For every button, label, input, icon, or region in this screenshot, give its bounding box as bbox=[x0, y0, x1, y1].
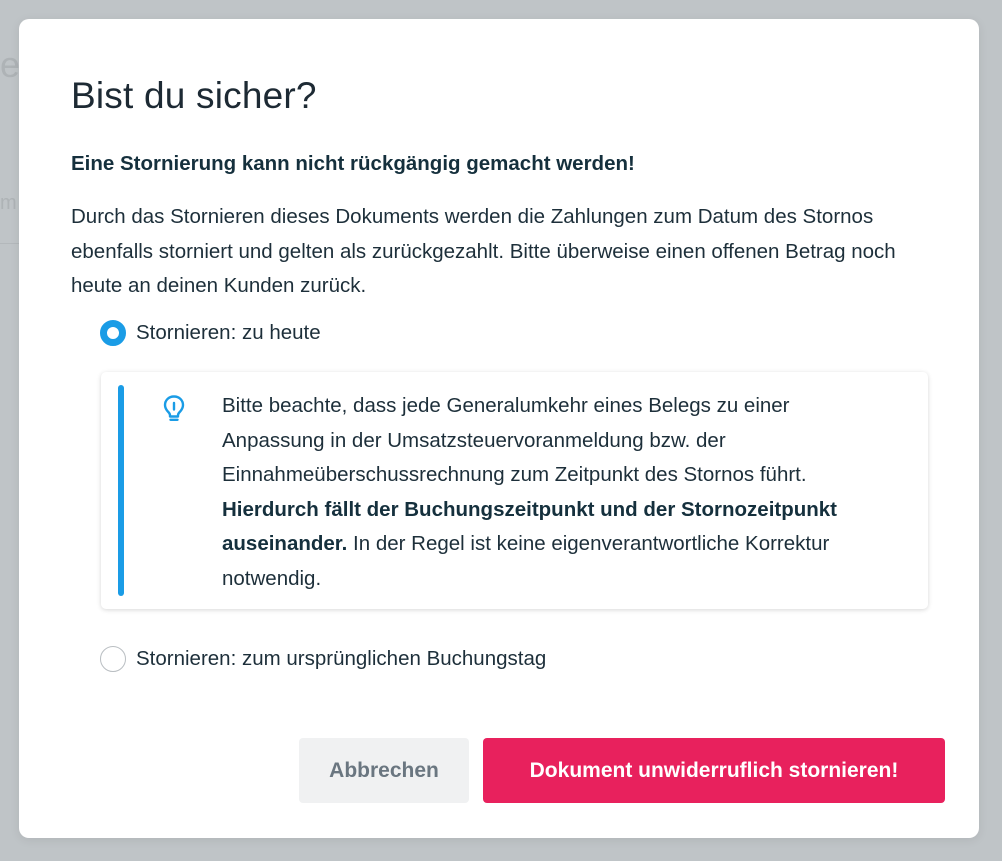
dialog-warning: Eine Stornierung kann nicht rückgängig g… bbox=[71, 152, 635, 175]
background-divider bbox=[0, 243, 20, 244]
background-text-fragment: e bbox=[0, 44, 21, 85]
cancel-document-dialog: Bist du sicher? Eine Stornierung kann ni… bbox=[19, 19, 979, 838]
option-label: Stornieren: zum ursprünglichen Buchungst… bbox=[136, 647, 547, 670]
radio-unchecked[interactable] bbox=[100, 646, 126, 672]
info-text: Bitte beachte, dass jede Generalumkehr e… bbox=[222, 394, 838, 590]
info-accent-bar bbox=[118, 385, 124, 596]
lightbulb-icon bbox=[161, 394, 187, 424]
background-text-fragment: m bbox=[0, 192, 17, 214]
dialog-title: Bist du sicher? bbox=[71, 75, 317, 116]
confirm-cancel-document-button[interactable]: Dokument unwiderruflich stornieren! bbox=[483, 738, 945, 803]
info-notice: Bitte beachte, dass jede Generalumkehr e… bbox=[101, 372, 928, 609]
option-cancel-original-date[interactable]: Stornieren: zum ursprünglichen Buchungst… bbox=[100, 646, 546, 672]
option-cancel-today[interactable]: Stornieren: zu heute bbox=[100, 320, 321, 346]
cancel-button[interactable]: Abbrechen bbox=[299, 738, 469, 803]
radio-checked[interactable] bbox=[100, 320, 126, 346]
option-label: Stornieren: zu heute bbox=[136, 321, 321, 344]
dialog-description: Durch das Stornieren dieses Dokuments we… bbox=[71, 205, 896, 297]
